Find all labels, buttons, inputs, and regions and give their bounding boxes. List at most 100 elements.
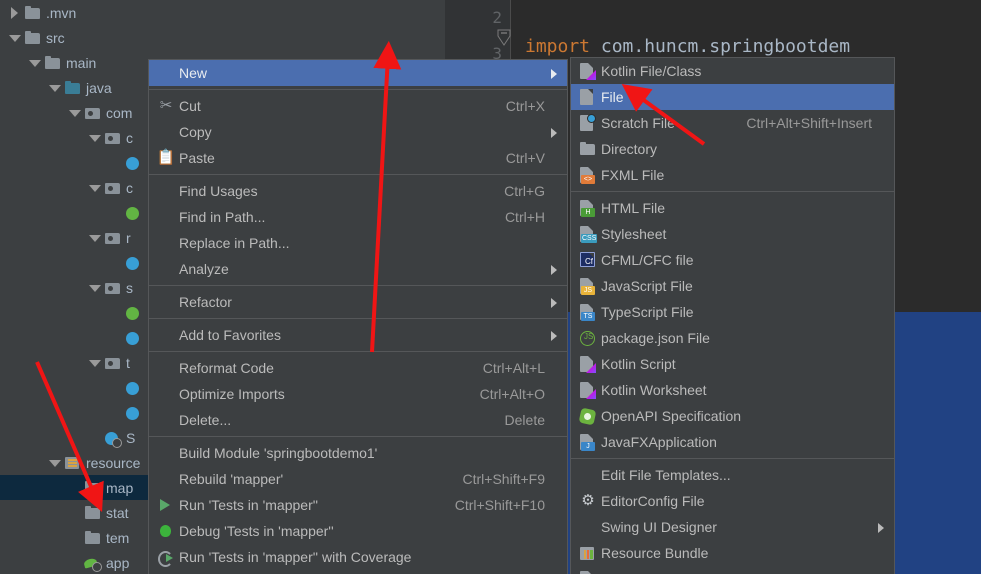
menu-item[interactable]: Run 'Tests in 'mapper'' Ctrl+Shift+F10 (149, 492, 567, 518)
scratch-file-glyph (580, 114, 596, 132)
pkg-icon (104, 180, 121, 196)
chevron-down-icon[interactable] (8, 31, 21, 44)
menu-item-shortcut: Delete (504, 412, 545, 428)
tree-row-label: s (126, 279, 133, 296)
menu-item[interactable]: Rebuild 'mapper' Ctrl+Shift+F9 (149, 466, 567, 492)
code-fold-marker[interactable] (497, 29, 511, 46)
pkg-icon (104, 280, 121, 296)
tree-row-label: tem (106, 529, 130, 546)
menu-item-label: Stylesheet (601, 226, 667, 242)
menu-item[interactable]: Cf CFML/CFC file (571, 247, 894, 273)
menu-item[interactable]: JS JavaScript File (571, 273, 894, 299)
menu-item[interactable]: XXML Configuration File (571, 566, 894, 574)
debug-glyph (153, 521, 179, 541)
new-file-submenu[interactable]: Kotlin File/Class File Scratch File Ctrl+Al… (570, 57, 895, 574)
cut-glyph: ✂ (159, 97, 173, 114)
menu-item[interactable]: H HTML File (571, 195, 894, 221)
menu-item-label: Delete... (179, 412, 232, 428)
kotlin-icon (575, 354, 601, 374)
menu-icon-none (153, 292, 179, 312)
cov-icon (153, 547, 179, 567)
menu-icon-none (153, 358, 179, 378)
menu-item[interactable]: Analyze (149, 256, 567, 282)
menu-item[interactable]: Refactor (149, 289, 567, 315)
run-glyph (153, 495, 179, 515)
javafx-file-glyph: J (580, 434, 595, 451)
cov-glyph (153, 547, 179, 567)
menu-item-shortcut: Ctrl+Alt+L (482, 360, 545, 376)
menu-icon-none (153, 181, 179, 201)
menu-icon-none (575, 517, 601, 537)
chevron-down-icon[interactable] (88, 281, 101, 294)
menu-item[interactable]: Find in Path... Ctrl+H (149, 204, 567, 230)
fxml-icon: <> (575, 165, 601, 185)
menu-separator (149, 436, 567, 437)
menu-item-label: Analyze (179, 261, 229, 277)
chevron-down-icon[interactable] (48, 81, 61, 94)
folder-icon (84, 480, 101, 496)
menu-item[interactable]: Delete... Delete (149, 407, 567, 433)
menu-item[interactable]: TS TypeScript File (571, 299, 894, 325)
menu-item-label: Find in Path... (179, 209, 266, 225)
menu-item-label: Copy (179, 124, 212, 140)
menu-item-label: Kotlin Worksheet (601, 382, 707, 398)
menu-item[interactable]: ⚙ EditorConfig File (571, 488, 894, 514)
menu-item[interactable]: Edit File Templates... (571, 462, 894, 488)
menu-item[interactable]: JS package.json File (571, 325, 894, 351)
project-context-menu[interactable]: New ✂ Cut Ctrl+X Copy 📋 Paste Ctrl+V Find Usages… (148, 59, 568, 574)
iface-icon (124, 205, 141, 221)
menu-item[interactable]: Scratch File Ctrl+Alt+Shift+Insert (571, 110, 894, 136)
menu-icon-none (153, 410, 179, 430)
chevron-down-icon[interactable] (28, 56, 41, 69)
menu-item[interactable]: J JavaFXApplication (571, 429, 894, 455)
menu-item[interactable]: Replace in Path... (149, 230, 567, 256)
menu-item[interactable]: <> FXML File (571, 162, 894, 188)
menu-item-label: File (601, 89, 624, 105)
menu-item[interactable]: Add to Favorites (149, 322, 567, 348)
menu-item[interactable]: Optimize Imports Ctrl+Alt+O (149, 381, 567, 407)
code-token: import (525, 36, 601, 57)
menu-item[interactable]: Run 'Tests in 'mapper'' with Coverage (149, 544, 567, 570)
cut-icon: ✂ (153, 96, 179, 116)
menu-icon-none (153, 443, 179, 463)
chevron-down-icon[interactable] (48, 456, 61, 469)
chevron-down-icon[interactable] (88, 181, 101, 194)
menu-item-selected[interactable]: File (571, 84, 894, 110)
menu-item[interactable]: Debug 'Tests in 'mapper'' (149, 518, 567, 544)
tree-row[interactable]: src (0, 25, 445, 50)
menu-item[interactable]: OpenAPI Specification (571, 403, 894, 429)
chevron-down-icon[interactable] (88, 231, 101, 244)
menu-item[interactable]: Kotlin Script (571, 351, 894, 377)
menu-item[interactable]: 📋 Paste Ctrl+V (149, 145, 567, 171)
menu-item-label: OpenAPI Specification (601, 408, 742, 424)
menu-item[interactable]: Find Usages Ctrl+G (149, 178, 567, 204)
menu-item[interactable]: Directory (571, 136, 894, 162)
menu-item-label: Run 'Tests in 'mapper'' (179, 497, 319, 513)
chevron-down-icon[interactable] (88, 131, 101, 144)
menu-item-selected[interactable]: New (149, 60, 567, 86)
debug-icon (153, 521, 179, 541)
chevron-down-icon[interactable] (68, 106, 81, 119)
menu-item[interactable]: Reformat Code Ctrl+Alt+L (149, 355, 567, 381)
menu-item[interactable]: Kotlin Worksheet (571, 377, 894, 403)
menu-separator (571, 191, 894, 192)
menu-item[interactable]: Swing UI Designer (571, 514, 894, 540)
menu-item[interactable]: Build Module 'springbootdemo1' (149, 440, 567, 466)
chevron-right-icon[interactable] (8, 6, 21, 19)
menu-item[interactable]: Kotlin File/Class (571, 58, 894, 84)
menu-item[interactable]: Copy (149, 119, 567, 145)
menu-item-shortcut: Ctrl+X (505, 98, 545, 114)
tree-row[interactable]: .mvn (0, 0, 445, 25)
html-icon: H (575, 198, 601, 218)
menu-separator (149, 174, 567, 175)
menu-item[interactable]: ✂ Cut Ctrl+X (149, 93, 567, 119)
menu-item[interactable]: CSS Stylesheet (571, 221, 894, 247)
menu-item-label: Add to Favorites (179, 327, 281, 343)
menu-item[interactable]: Resource Bundle (571, 540, 894, 566)
bundle-icon (575, 543, 601, 563)
menu-item[interactable]: Run 'Tests in 'mapper'' with 'Java Fligh… (149, 570, 567, 574)
menu-icon-none (153, 207, 179, 227)
chevron-down-icon[interactable] (88, 356, 101, 369)
